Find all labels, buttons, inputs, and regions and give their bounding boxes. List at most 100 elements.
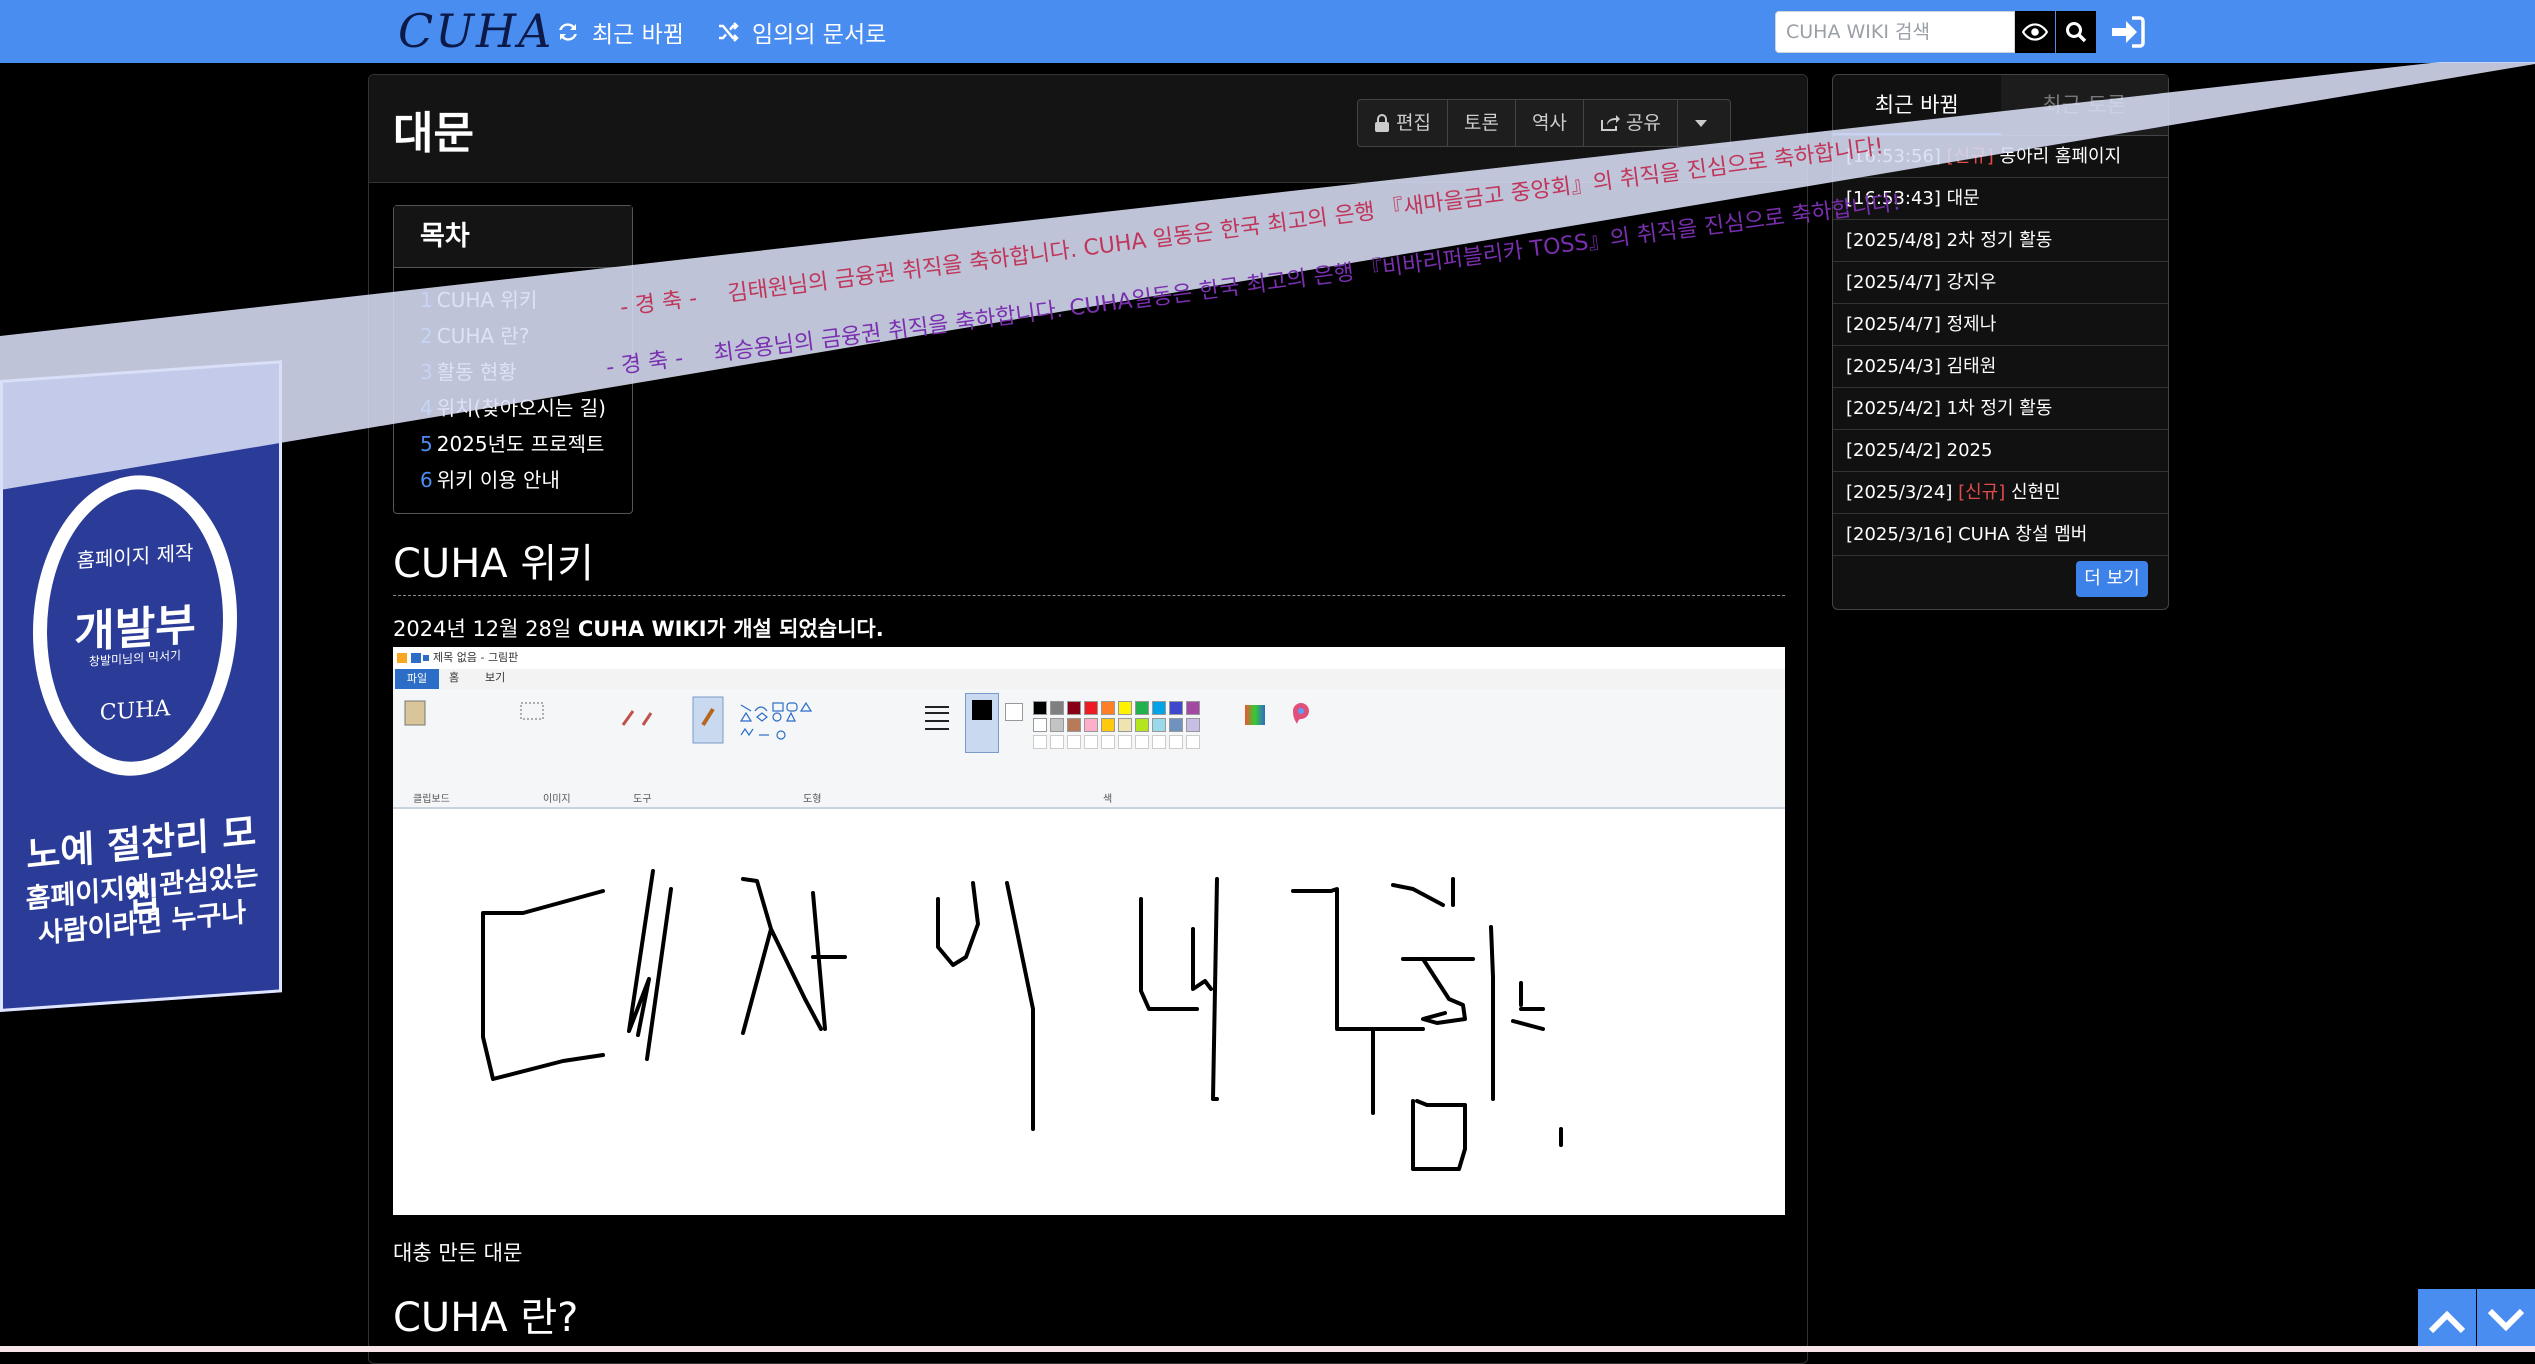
recent-time: [16:53:43]: [1846, 188, 1941, 209]
discuss-button[interactable]: 토론: [1448, 100, 1516, 146]
dev-seal: 홈페이지 제작 개발부 창발미님의 믹서기 CUHA: [33, 468, 237, 783]
recent-item[interactable]: [2025/4/3] 김태원: [1833, 346, 2168, 388]
recent-item[interactable]: [2025/4/2] 1차 정기 활동: [1833, 388, 2168, 430]
recent-item[interactable]: [16:53:56] [신규] 동아리 홈페이지: [1833, 136, 2168, 178]
intro-paragraph: 2024년 12월 28일 CUHA WIKI가 개설 되었습니다.: [393, 613, 884, 643]
palette-swatch: [1050, 701, 1064, 715]
recent-item[interactable]: [2025/3/16] CUHA 창설 멤버: [1833, 514, 2168, 556]
quick-access-icons: [397, 653, 429, 663]
palette-swatch: [1135, 701, 1149, 715]
palette-swatch-empty: [1050, 735, 1064, 749]
recent-item[interactable]: [2025/3/24] [신규] 신현민: [1833, 472, 2168, 514]
recent-item[interactable]: [2025/4/7] 정제나: [1833, 304, 2168, 346]
chevron-down-icon: [2487, 1308, 2525, 1331]
login-button[interactable]: [2108, 11, 2148, 53]
toc-label: 위키 이용 안내: [436, 468, 560, 492]
random-doc-link[interactable]: 임의의 문서로: [716, 14, 886, 50]
history-button[interactable]: 역사: [1516, 100, 1584, 146]
recent-title: 동아리 홈페이지: [1999, 146, 2122, 167]
toc-label: 위치(찾아오시는 길): [436, 396, 606, 420]
paint-tab-home: 홈: [449, 671, 460, 684]
paint-canvas: [393, 809, 1785, 1215]
palette-swatch: [1169, 701, 1183, 715]
group-clipboard: 클립보드: [413, 794, 450, 805]
recent-title: 정제나: [1946, 314, 1997, 335]
palette-swatch: [1101, 718, 1115, 732]
edit-label: 편집: [1396, 112, 1431, 134]
paint3d-icon: [1293, 703, 1309, 724]
image-caption: 대충 만든 대문: [393, 1241, 523, 1265]
group-tools: 도구: [633, 794, 652, 805]
share-icon: [1600, 115, 1620, 131]
paint-tab-view: 보기: [485, 671, 506, 684]
recent-changes-label: 최근 바뀜: [592, 22, 684, 48]
palette-swatch: [1135, 718, 1149, 732]
recent-changes-link[interactable]: 최근 바뀜: [556, 14, 684, 50]
tab-recent-changes[interactable]: 최근 바뀜: [1833, 75, 2001, 135]
bottom-strip: [0, 1346, 2535, 1352]
sign-in-icon: [2112, 16, 2145, 48]
recent-title: 1차 정기 활동: [1946, 398, 2053, 419]
toc-item[interactable]: 5 2025년도 프로젝트: [420, 426, 632, 462]
scroll-bottom-button[interactable]: [2477, 1289, 2535, 1352]
recent-item[interactable]: [2025/4/7] 강지우: [1833, 262, 2168, 304]
section-title-cuha-wiki: CUHA 위키: [393, 541, 594, 587]
recent-sidebar: 최근 바뀜 최근 토론 [16:53:56] [신규] 동아리 홈페이지 [16…: [1832, 74, 2169, 610]
recent-item[interactable]: [2025/4/8] 2차 정기 활동: [1833, 220, 2168, 262]
share-label: 공유: [1625, 112, 1661, 134]
recent-item[interactable]: [2025/4/2] 2025: [1833, 430, 2168, 472]
search-input[interactable]: [1775, 11, 2015, 53]
preview-button[interactable]: [2015, 11, 2055, 53]
banner-body: 홈페이지 제작 개발부 창발미님의 믹서기 CUHA 노예 절찬리 모집 홈페이…: [0, 360, 282, 1012]
edit-button[interactable]: 편집: [1358, 100, 1448, 146]
recent-time: [2025/4/2]: [1846, 398, 1941, 419]
recent-time: [2025/4/2]: [1846, 440, 1941, 461]
share-button[interactable]: 공유: [1584, 100, 1678, 146]
recent-time: [2025/4/8]: [1846, 230, 1941, 251]
brand-logo[interactable]: CUHA: [398, 4, 551, 58]
palette-swatch: [1118, 718, 1132, 732]
tab-recent-discussion[interactable]: 최근 토론: [2000, 75, 2168, 135]
recent-list: [16:53:56] [신규] 동아리 홈페이지 [16:53:43] 대문 […: [1833, 135, 2168, 556]
palette-swatch: [1084, 718, 1098, 732]
recent-title: 대문: [1946, 188, 1980, 209]
group-shapes: 도형: [803, 794, 822, 805]
more-button[interactable]: 더 보기: [2076, 561, 2148, 597]
toc-item[interactable]: 2 CUHA 란?: [420, 318, 632, 354]
intro-bold: CUHA WIKI가 개설 되었습니다.: [577, 617, 884, 641]
recent-time: [2025/4/7]: [1846, 314, 1941, 335]
palette-swatch: [1186, 701, 1200, 715]
palette-swatch: [1050, 718, 1064, 732]
size-icon: [925, 706, 949, 730]
toc-list: 1 CUHA 위키 2 CUHA 란? 3 활동 현황 4 위치(찾아오시는 길) 52…: [394, 268, 632, 498]
recent-item[interactable]: [16:53:43] 대문: [1833, 178, 2168, 220]
paint-tabs: 파일 홈 보기: [393, 669, 1785, 689]
toc-num: 6: [420, 468, 433, 492]
page-title: 대문: [393, 108, 474, 159]
search-button[interactable]: [2056, 11, 2096, 53]
toc-num: 3: [420, 360, 433, 384]
palette-swatch: [1118, 701, 1132, 715]
palette-swatch-empty: [1186, 735, 1200, 749]
scroll-top-button[interactable]: [2418, 1289, 2476, 1352]
toc-item[interactable]: 1 CUHA 위키: [420, 282, 632, 318]
new-badge: [신규]: [1958, 482, 2006, 503]
more-tools-button[interactable]: [1678, 100, 1730, 146]
eye-icon: [2022, 23, 2048, 41]
caret-down-icon: [1694, 120, 1707, 127]
toc-item[interactable]: 6 위키 이용 안내: [420, 462, 632, 498]
new-badge: [신규]: [1946, 146, 1994, 167]
palette-swatch-empty: [1101, 735, 1115, 749]
toc-item[interactable]: 4 위치(찾아오시는 길): [420, 390, 632, 426]
search-icon: [2066, 22, 2087, 43]
article-header: 대문 편집 토론 역사 공유: [369, 75, 1807, 183]
paint-tab-file: 파일: [395, 669, 439, 689]
toc-item[interactable]: 3 활동 현황: [420, 354, 632, 390]
palette-swatch: [1152, 701, 1166, 715]
recent-time: [2025/3/24]: [1846, 482, 1953, 503]
toc-title: 목차: [394, 206, 632, 268]
palette-swatch-empty: [1067, 735, 1081, 749]
recruit-banner[interactable]: 홈페이지 제작 개발부 창발미님의 믹서기 CUHA 노예 절찬리 모집 홈페이…: [0, 340, 282, 1012]
recent-time: [2025/3/16]: [1846, 524, 1953, 545]
color2-button: [1005, 703, 1023, 721]
